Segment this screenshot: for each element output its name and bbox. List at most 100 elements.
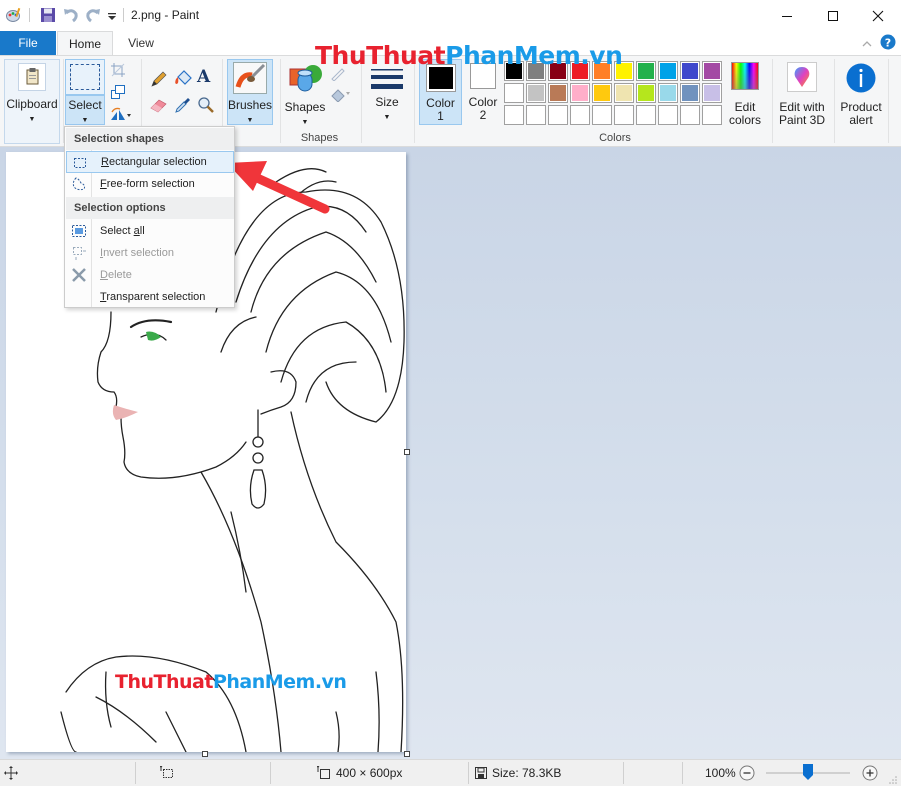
palette-swatch[interactable]	[680, 83, 700, 103]
chevron-up-icon[interactable]	[862, 37, 872, 51]
palette-swatch[interactable]	[702, 83, 722, 103]
swatch-fill	[506, 85, 522, 101]
swatch-fill	[638, 107, 654, 123]
palette-swatch[interactable]	[636, 61, 656, 81]
tab-home[interactable]: Home	[57, 31, 113, 56]
palette-swatch[interactable]	[702, 61, 722, 81]
shapes-label: Shapes	[284, 100, 326, 114]
clipboard-button[interactable]: Clipboard ▼	[5, 59, 59, 126]
swatch-fill	[550, 107, 566, 123]
fill-icon[interactable]	[173, 68, 193, 91]
palette-custom-slot[interactable]	[614, 105, 634, 125]
tab-view[interactable]: View	[113, 31, 169, 55]
menu-item-freeform-selection[interactable]: Free-form selection	[66, 173, 234, 195]
magnifier-icon[interactable]	[197, 96, 215, 117]
resize-handle-corner[interactable]	[404, 751, 410, 757]
select-shape-button[interactable]	[65, 59, 105, 95]
freeform-selection-icon	[71, 176, 87, 192]
palette-swatch[interactable]	[592, 83, 612, 103]
paint-app-icon[interactable]	[6, 7, 22, 23]
palette-swatch[interactable]	[526, 83, 546, 103]
menu-item-rectangular-selection[interactable]: Rectangular selection	[66, 151, 234, 173]
menu-item-transparent-selection[interactable]: Transparent selection	[66, 286, 234, 308]
help-icon[interactable]: ?	[880, 34, 896, 53]
pencil-icon[interactable]	[150, 70, 168, 91]
palette-custom-slot[interactable]	[526, 105, 546, 125]
palette-swatch[interactable]	[548, 83, 568, 103]
minimize-button[interactable]	[764, 0, 810, 31]
window-title: 2.png - Paint	[131, 8, 200, 22]
palette-custom-slot[interactable]	[504, 105, 524, 125]
palette-custom-slot[interactable]	[658, 105, 678, 125]
resize-handle-right[interactable]	[404, 449, 410, 455]
menu-item-delete[interactable]: Delete	[66, 264, 234, 286]
menu-accelerator: F	[100, 178, 107, 190]
undo-icon[interactable]	[63, 7, 79, 23]
watermark-blue-text: PhanMem.vn	[212, 671, 347, 693]
color-picker-icon[interactable]	[174, 96, 192, 117]
palette-custom-slot[interactable]	[592, 105, 612, 125]
close-button[interactable]	[855, 0, 901, 31]
text-icon[interactable]: A	[197, 67, 210, 87]
rotate-icon[interactable]	[109, 106, 133, 125]
file-size: Size: 78.3KB	[492, 766, 562, 780]
tab-file[interactable]: File	[0, 31, 56, 55]
fill-shape-icon[interactable]	[330, 86, 352, 105]
palette-swatch[interactable]	[680, 61, 700, 81]
swatch-fill	[704, 63, 720, 79]
info-icon	[846, 63, 876, 93]
edit-colors-button[interactable]: Edit colors	[726, 59, 764, 127]
rectangle-selection-icon	[72, 155, 88, 171]
maximize-icon	[828, 10, 838, 21]
close-icon	[872, 10, 884, 21]
swatch-fill	[616, 107, 632, 123]
menu-item-invert-selection[interactable]: Invert selection	[66, 242, 234, 264]
menu-header-selection-options: Selection options	[66, 197, 234, 219]
image-size: 400 × 600px	[336, 766, 403, 780]
rectangle-selection-icon	[70, 64, 100, 90]
crop-icon[interactable]	[111, 63, 125, 80]
swatch-fill	[572, 85, 588, 101]
eraser-icon[interactable]	[150, 96, 168, 117]
customize-dropdown-icon[interactable]	[106, 7, 122, 23]
zoom-slider-thumb[interactable]	[803, 764, 813, 780]
resize-handle-bottom[interactable]	[202, 751, 208, 757]
palette-custom-slot[interactable]	[702, 105, 722, 125]
maximize-button[interactable]	[810, 0, 856, 31]
annotation-arrow	[227, 161, 330, 214]
status-bar: 400 × 600px Size: 78.3KB 100%	[0, 759, 901, 786]
swatch-fill	[638, 85, 654, 101]
redo-icon[interactable]	[85, 7, 101, 23]
zoom-in-button[interactable]	[862, 765, 878, 784]
edit-with-paint3d-button[interactable]: Edit with Paint 3D	[775, 59, 829, 127]
colors-group-label: Colors	[599, 132, 631, 144]
swatch-fill	[682, 63, 698, 79]
resize-grip-icon[interactable]	[888, 774, 898, 784]
palette-swatch[interactable]	[636, 83, 656, 103]
select-dropdown-button[interactable]: Select ▼	[65, 95, 105, 125]
palette-custom-slot[interactable]	[680, 105, 700, 125]
select-label: Select	[68, 98, 102, 112]
palette-custom-slot[interactable]	[548, 105, 568, 125]
palette-swatch[interactable]	[504, 83, 524, 103]
palette-custom-slot[interactable]	[570, 105, 590, 125]
menu-accelerator: R	[101, 156, 109, 168]
zoom-out-button[interactable]	[739, 765, 755, 784]
save-icon[interactable]	[40, 7, 56, 23]
palette-swatch[interactable]	[614, 83, 634, 103]
resize-icon[interactable]	[111, 85, 125, 102]
palette-custom-slot[interactable]	[636, 105, 656, 125]
menu-text: Select	[100, 225, 134, 237]
menu-text: ransparent selection	[106, 291, 206, 303]
minimize-icon	[782, 15, 792, 17]
menu-accelerator: D	[100, 269, 108, 281]
watermark-blue-text: PhanMem.vn	[445, 41, 623, 70]
brushes-button[interactable]: Brushes ▼	[227, 59, 273, 125]
palette-swatch[interactable]	[658, 83, 678, 103]
menu-item-select-all[interactable]: Select all	[66, 220, 234, 242]
swatch-fill	[704, 107, 720, 123]
watermark-red-text: ThuThuat	[315, 41, 446, 70]
palette-swatch[interactable]	[658, 61, 678, 81]
product-alert-button[interactable]: Product alert	[837, 59, 885, 127]
palette-swatch[interactable]	[570, 83, 590, 103]
